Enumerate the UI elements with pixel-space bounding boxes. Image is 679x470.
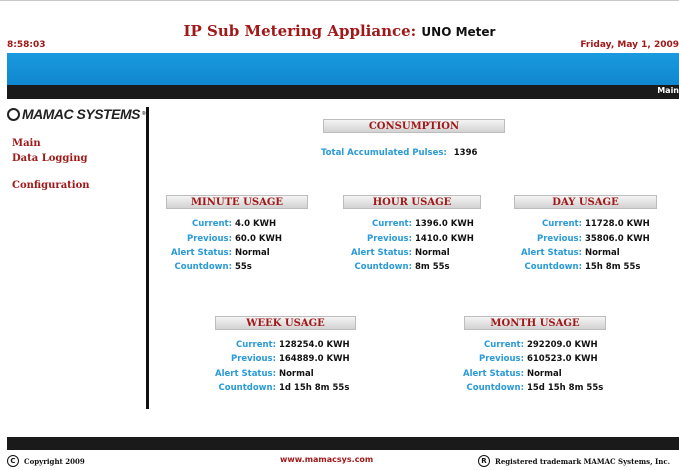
hour-current-label: Current:: [372, 219, 412, 229]
breadcrumb: Main: [657, 86, 679, 95]
copyright-text: Copyright 2009: [24, 456, 85, 466]
footer-band: [7, 437, 679, 450]
minute-current-label: Current:: [192, 219, 232, 229]
minute-countdown: Countdown: 55s: [168, 262, 252, 272]
week-current-label: Current:: [236, 340, 276, 350]
day-countdown: Countdown: 15h 8m 55s: [518, 262, 641, 272]
hour-alert-label: Alert Status:: [351, 248, 412, 258]
trademark-text: Registered trademark MAMAC Systems, Inc.: [495, 456, 671, 466]
hour-alert-value: Normal: [414, 248, 450, 258]
minute-previous-value: 60.0 KWH: [234, 234, 282, 244]
day-countdown-value: 15h 8m 55s: [584, 262, 641, 272]
month-countdown-label: Countdown:: [466, 383, 524, 393]
day-current: Current: 11728.0 KWH: [518, 219, 650, 229]
minute-countdown-label: Countdown:: [174, 262, 232, 272]
sidebar-divider: [146, 107, 149, 409]
hour-countdown-label: Countdown:: [354, 262, 412, 272]
day-previous-label: Previous:: [537, 234, 582, 244]
week-previous-value: 164889.0 KWH: [278, 354, 350, 364]
total-pulses-value: 1396: [453, 148, 478, 158]
month-current: Current: 292209.0 KWH: [460, 340, 598, 350]
total-pulses-label: Total Accumulated Pulses:: [321, 148, 447, 158]
hour-usage-header: HOUR USAGE: [343, 195, 481, 209]
week-countdown: Countdown: 1d 15h 8m 55s: [210, 383, 350, 393]
month-previous-value: 610523.0 KWH: [526, 354, 598, 364]
hour-previous-value: 1410.0 KWH: [414, 234, 474, 244]
logo-text: MAMAC SYSTEMS: [22, 106, 140, 122]
day-previous-value: 35806.0 KWH: [584, 234, 650, 244]
week-alert-label: Alert Status:: [215, 369, 276, 379]
minute-alert: Alert Status: Normal: [168, 248, 270, 258]
registered-icon: R: [478, 455, 490, 467]
hour-countdown-value: 8m 55s: [414, 262, 450, 272]
month-previous-label: Previous:: [479, 354, 524, 364]
minute-current-value: 4.0 KWH: [234, 219, 277, 229]
week-countdown-value: 1d 15h 8m 55s: [278, 383, 350, 393]
hour-alert: Alert Status: Normal: [346, 248, 450, 258]
month-usage-header: MONTH USAGE: [464, 316, 606, 330]
title-text: IP Sub Metering Appliance:: [183, 22, 417, 40]
logo-ring-icon: [7, 107, 20, 121]
minute-previous: Previous: 60.0 KWH: [168, 234, 282, 244]
week-current-value: 128254.0 KWH: [278, 340, 350, 350]
day-countdown-label: Countdown:: [524, 262, 582, 272]
month-current-value: 292209.0 KWH: [526, 340, 598, 350]
hour-previous: Previous: 1410.0 KWH: [346, 234, 474, 244]
day-current-value: 11728.0 KWH: [584, 219, 650, 229]
page-title: IP Sub Metering Appliance: UNO Meter: [0, 22, 679, 40]
month-alert-value: Normal: [526, 369, 562, 379]
minute-alert-value: Normal: [234, 248, 270, 258]
clock-date: Friday, May 1, 2009: [580, 40, 679, 50]
nav-data-logging[interactable]: Data Logging: [12, 153, 87, 164]
clock-time: 8:58:03: [7, 40, 46, 50]
week-current: Current: 128254.0 KWH: [210, 340, 350, 350]
month-alert-label: Alert Status:: [463, 369, 524, 379]
hour-current: Current: 1396.0 KWH: [346, 219, 474, 229]
week-previous-label: Previous:: [231, 354, 276, 364]
copyright-icon: C: [7, 455, 19, 467]
website-link[interactable]: www.mamacsys.com: [280, 455, 373, 464]
week-alert: Alert Status: Normal: [210, 369, 314, 379]
day-usage-header: DAY USAGE: [514, 195, 657, 209]
month-countdown-value: 15d 15h 8m 55s: [526, 383, 604, 393]
mamac-logo: MAMAC SYSTEMS ®: [7, 106, 146, 122]
week-previous: Previous: 164889.0 KWH: [210, 354, 350, 364]
week-usage-header: WEEK USAGE: [215, 316, 356, 330]
minute-usage-header: MINUTE USAGE: [166, 195, 308, 209]
trademark: R Registered trademark MAMAC Systems, In…: [478, 455, 670, 467]
copyright: C Copyright 2009: [7, 455, 85, 467]
header-band: [7, 53, 679, 85]
meter-name: UNO Meter: [421, 25, 496, 39]
week-countdown-label: Countdown:: [218, 383, 276, 393]
minute-current: Current: 4.0 KWH: [168, 219, 276, 229]
hour-previous-label: Previous:: [367, 234, 412, 244]
minute-alert-label: Alert Status:: [171, 248, 232, 258]
month-alert: Alert Status: Normal: [460, 369, 562, 379]
hour-countdown: Countdown: 8m 55s: [346, 262, 450, 272]
consumption-header: CONSUMPTION: [323, 119, 505, 133]
week-alert-value: Normal: [278, 369, 314, 379]
minute-previous-label: Previous:: [187, 234, 232, 244]
month-countdown: Countdown: 15d 15h 8m 55s: [460, 383, 604, 393]
logo-tm: ®: [141, 111, 146, 117]
nav-configuration[interactable]: Configuration: [12, 180, 90, 191]
nav-main[interactable]: Main: [12, 138, 41, 149]
total-pulses: Total Accumulated Pulses: 1396: [321, 148, 477, 158]
month-current-label: Current:: [484, 340, 524, 350]
day-alert-value: Normal: [584, 248, 620, 258]
day-current-label: Current:: [542, 219, 582, 229]
month-previous: Previous: 610523.0 KWH: [460, 354, 598, 364]
day-alert-label: Alert Status:: [521, 248, 582, 258]
day-alert: Alert Status: Normal: [518, 248, 620, 258]
breadcrumb-bar: [7, 85, 679, 99]
hour-current-value: 1396.0 KWH: [414, 219, 474, 229]
day-previous: Previous: 35806.0 KWH: [518, 234, 650, 244]
minute-countdown-value: 55s: [234, 262, 252, 272]
